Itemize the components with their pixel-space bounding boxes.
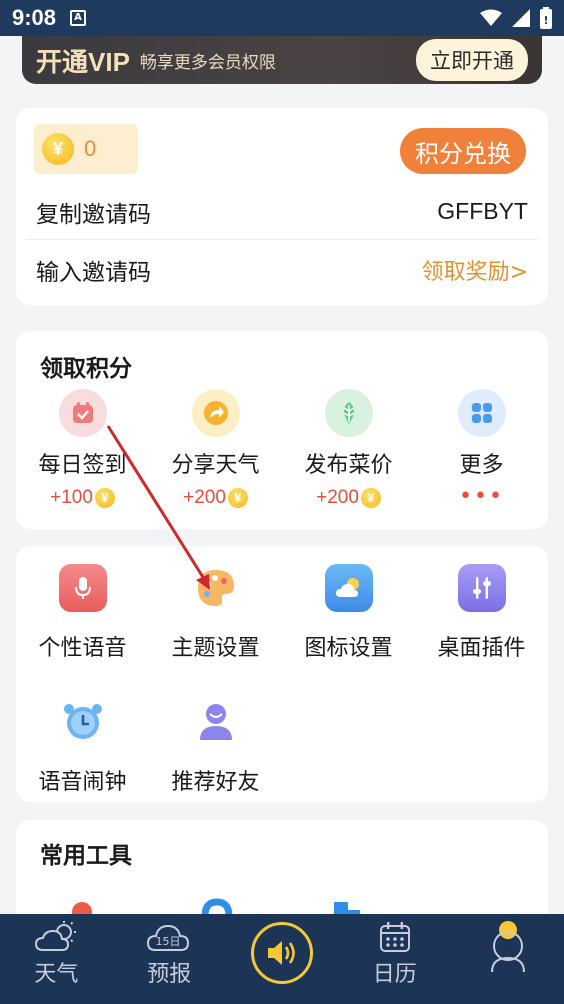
tool-grid: 个性语音 主题设置 图标设置 桌面插件 语音闹钟 推荐好友 (16, 564, 548, 832)
earn-points-title: 领取积分 (40, 356, 132, 382)
coin-icon: ¥ (360, 488, 381, 508)
share-arrow-icon (191, 389, 240, 437)
nav-label: 预报 (147, 962, 192, 987)
enter-invite-code-label: 输入邀请码 (36, 260, 151, 286)
wifi-icon (480, 9, 502, 26)
nav-calendar[interactable]: 日历 (338, 920, 451, 988)
profile-avatar-icon (490, 921, 525, 973)
svg-text:!: ! (543, 14, 548, 27)
tool-label: 推荐好友 (171, 770, 260, 795)
task-label: 更多 (459, 453, 504, 478)
microphone-icon (58, 564, 107, 612)
nav-voice-broadcast[interactable] (226, 920, 339, 984)
claim-reward-link[interactable]: 领取奖励> (422, 254, 528, 286)
weather-icon (324, 564, 373, 612)
battery-icon: ! (540, 7, 552, 29)
speaker-icon (267, 941, 295, 965)
task-post-vegetable-price[interactable]: 发布菜价 +200 ¥ (282, 389, 415, 509)
tool-theme[interactable]: 主题设置 (149, 564, 282, 698)
grid-more-icon (457, 389, 506, 437)
vegetable-icon (324, 389, 373, 437)
task-label: 每日签到 (38, 453, 127, 478)
reward-amount: +200 (183, 487, 226, 508)
tool-voice[interactable]: 个性语音 (16, 564, 149, 698)
tool-voice-alarm[interactable]: 语音闹钟 (16, 698, 149, 832)
vip-subtitle: 畅享更多会员权限 (139, 52, 276, 73)
bottom-nav: 天气 15日 预报 日历 (0, 914, 564, 1004)
nav-weather[interactable]: 天气 (0, 920, 113, 988)
copy-invite-code-label: 复制邀请码 (36, 201, 151, 228)
points-balance[interactable]: ¥ 0 (34, 124, 138, 174)
coin-icon: ¥ (42, 133, 74, 165)
tool-desktop-widget[interactable]: 桌面插件 (415, 564, 548, 698)
nav-profile[interactable] (451, 920, 564, 976)
tool-label: 个性语音 (38, 636, 127, 661)
signal-icon (512, 9, 530, 27)
forecast-badge: 15日 (156, 935, 181, 948)
status-bar: 9:08 A ! (0, 0, 564, 36)
reward-amount: +100 (50, 487, 93, 508)
coin-icon: ¥ (227, 488, 248, 508)
points-card: ¥ 0 积分兑换 复制邀请码 GFFBYT 输入邀请码 领取奖励> (16, 108, 548, 305)
status-icons: ! (480, 7, 552, 29)
palette-icon (192, 564, 240, 612)
reward-amount: +200 (316, 487, 359, 508)
copy-invite-code-row[interactable]: 复制邀请码 GFFBYT (26, 184, 538, 240)
task-more[interactable]: 更多 ••• (415, 389, 548, 509)
task-reward: +100 ¥ (50, 487, 115, 509)
calendar-icon (379, 922, 410, 952)
tool-recommend-friend[interactable]: 推荐好友 (149, 698, 282, 832)
sliders-icon (457, 564, 506, 612)
earn-points-card: 领取积分 每日签到 +100¥ 分享天气 +200¥ 发布菜价 +200¥ (16, 331, 548, 529)
nav-forecast[interactable]: 15日 预报 (113, 920, 226, 988)
vip-banner[interactable]: 开通VIP 畅享更多会员权限 立即开通 (22, 36, 542, 84)
tool-label: 语音闹钟 (38, 770, 127, 795)
nav-label: 天气 (34, 962, 79, 987)
task-daily-checkin[interactable]: 每日签到 +100 ¥ (16, 389, 149, 509)
task-share-weather[interactable]: 分享天气 +200 ¥ (149, 389, 282, 509)
coin-icon: ¥ (94, 488, 115, 508)
points-count: 0 (84, 136, 97, 161)
task-label: 发布菜价 (304, 453, 393, 478)
vip-title: 开通VIP (36, 46, 130, 77)
task-reward: +200 ¥ (183, 487, 248, 509)
points-exchange-button[interactable]: 积分兑换 (400, 128, 526, 174)
speaker-button[interactable] (250, 922, 313, 984)
tool-label: 桌面插件 (437, 636, 526, 661)
status-time: 9:08 (12, 5, 57, 30)
task-grid: 每日签到 +100 ¥ 分享天气 +200 ¥ 发布菜价 +200 ¥ 更多 ••• (16, 389, 548, 509)
task-reward: +200 ¥ (316, 487, 381, 509)
invite-code-value: GFFBYT (437, 198, 528, 224)
weather-cloud-icon (35, 921, 77, 951)
notification-a-icon: A (70, 10, 87, 26)
tools-card: 个性语音 主题设置 图标设置 桌面插件 语音闹钟 推荐好友 (16, 546, 548, 802)
task-label: 分享天气 (171, 453, 260, 478)
calendar-check-icon (58, 389, 107, 437)
friend-icon (192, 698, 240, 746)
forecast-cloud-icon: 15日 (147, 924, 190, 951)
alarm-clock-icon (59, 698, 107, 746)
nav-label: 日历 (372, 962, 417, 987)
enter-invite-code-row[interactable]: 输入邀请码 领取奖励> (16, 242, 548, 298)
tool-label: 主题设置 (171, 636, 260, 661)
more-dots: ••• (459, 484, 504, 509)
open-vip-button[interactable]: 立即开通 (416, 39, 528, 81)
tool-label: 图标设置 (304, 636, 393, 661)
common-tools-title: 常用工具 (40, 843, 132, 869)
tool-icon-settings[interactable]: 图标设置 (282, 564, 415, 698)
